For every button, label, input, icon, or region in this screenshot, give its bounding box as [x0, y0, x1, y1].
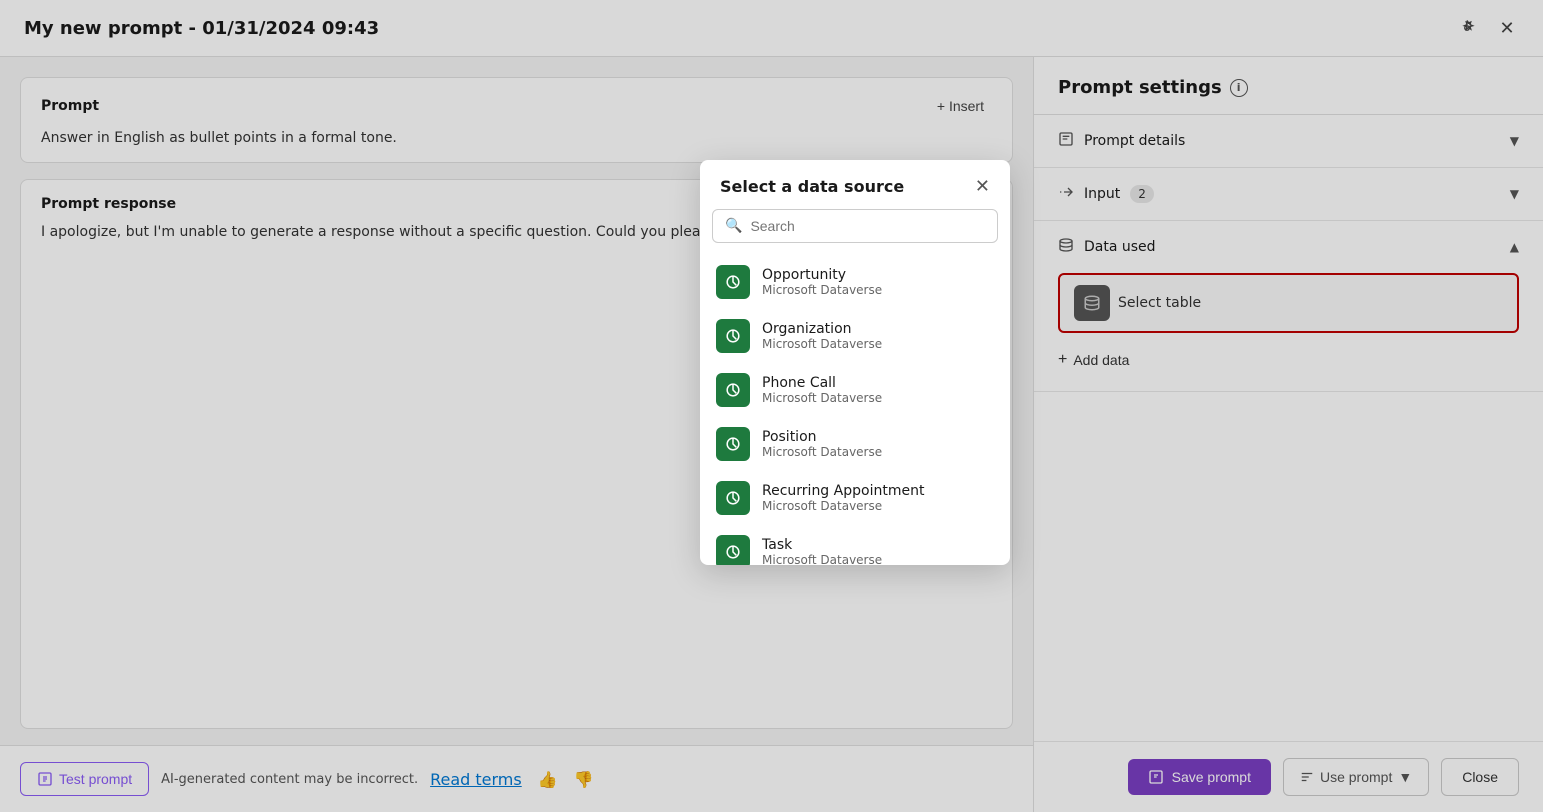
modal-title: Select a data source [720, 177, 904, 196]
modal-close-button[interactable]: ✕ [975, 176, 990, 197]
datasource-sub: Microsoft Dataverse [762, 445, 882, 459]
datasource-list: Opportunity Microsoft Dataverse Organiza… [700, 255, 1010, 565]
datasource-sub: Microsoft Dataverse [762, 391, 882, 405]
datasource-item[interactable]: Recurring Appointment Microsoft Datavers… [700, 471, 1010, 525]
datasource-name: Task [762, 537, 882, 553]
datasource-item[interactable]: Organization Microsoft Dataverse [700, 309, 1010, 363]
datasource-item[interactable]: Opportunity Microsoft Dataverse [700, 255, 1010, 309]
modal-header: Select a data source ✕ [700, 160, 1010, 209]
datasource-sub: Microsoft Dataverse [762, 553, 882, 565]
datasource-item[interactable]: Phone Call Microsoft Dataverse [700, 363, 1010, 417]
datasource-icon [716, 265, 750, 299]
datasource-name: Phone Call [762, 375, 882, 391]
datasource-item[interactable]: Position Microsoft Dataverse [700, 417, 1010, 471]
datasource-icon [716, 481, 750, 515]
datasource-name: Position [762, 429, 882, 445]
modal-overlay[interactable]: Select a data source ✕ 🔍 Opportunity Mic… [0, 0, 1543, 812]
datasource-sub: Microsoft Dataverse [762, 499, 924, 513]
datasource-sub: Microsoft Dataverse [762, 283, 882, 297]
modal-search-container: 🔍 [712, 209, 998, 243]
datasource-icon [716, 535, 750, 565]
datasource-icon [716, 319, 750, 353]
datasource-item[interactable]: Task Microsoft Dataverse [700, 525, 1010, 565]
datasource-name: Organization [762, 321, 882, 337]
search-icon: 🔍 [725, 218, 742, 234]
datasource-icon [716, 373, 750, 407]
datasource-name: Recurring Appointment [762, 483, 924, 499]
datasource-name: Opportunity [762, 267, 882, 283]
search-input[interactable] [750, 218, 985, 234]
datasource-icon [716, 427, 750, 461]
datasource-sub: Microsoft Dataverse [762, 337, 882, 351]
select-datasource-modal: Select a data source ✕ 🔍 Opportunity Mic… [700, 160, 1010, 565]
